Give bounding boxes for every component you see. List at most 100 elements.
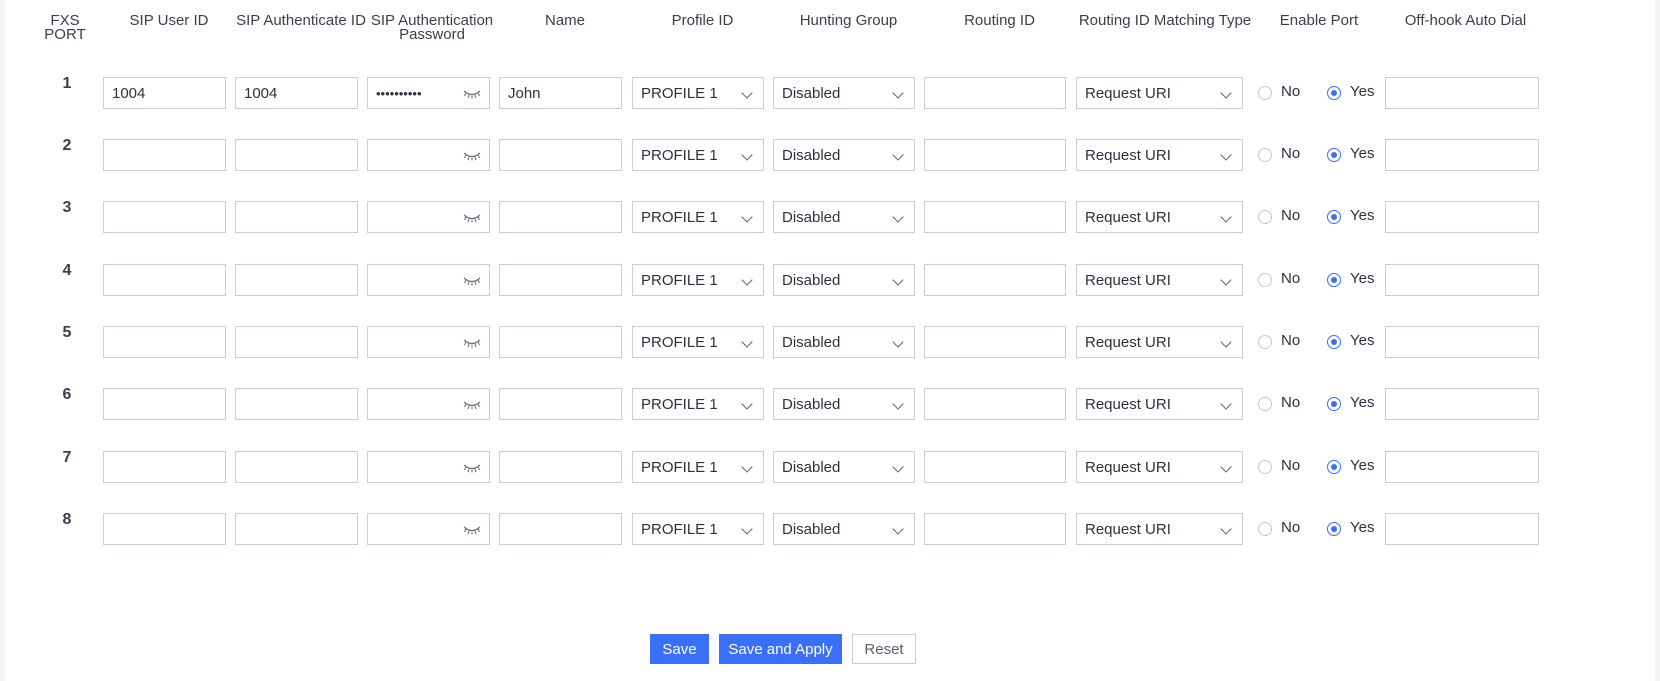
- offhook-auto-dial-input[interactable]: [1385, 201, 1539, 233]
- enable-port-no-radio[interactable]: [1258, 86, 1272, 100]
- sip-authentication-password-input[interactable]: [367, 201, 490, 233]
- hide-password-icon[interactable]: [463, 523, 481, 535]
- sip-user-id-input[interactable]: [103, 513, 226, 545]
- hide-password-icon[interactable]: [463, 149, 481, 161]
- enable-port-yes-radio[interactable]: [1327, 210, 1341, 224]
- sip-user-id-input[interactable]: [103, 326, 226, 358]
- sip-authentication-password-input[interactable]: [367, 326, 490, 358]
- sip-authenticate-id-input[interactable]: [235, 326, 358, 358]
- enable-port-no-radio[interactable]: [1258, 210, 1272, 224]
- sip-authentication-password-input[interactable]: ••••••••••: [367, 77, 490, 109]
- profile-id-select[interactable]: PROFILE 1: [632, 139, 764, 171]
- sip-authentication-password-input[interactable]: [367, 264, 490, 296]
- offhook-auto-dial-input[interactable]: [1385, 139, 1539, 171]
- hunting-group-select[interactable]: Disabled: [773, 264, 915, 296]
- profile-id-select[interactable]: PROFILE 1: [632, 513, 764, 545]
- offhook-auto-dial-input[interactable]: [1385, 388, 1539, 420]
- sip-authentication-password-input[interactable]: [367, 513, 490, 545]
- offhook-auto-dial-input[interactable]: [1385, 451, 1539, 483]
- profile-id-select[interactable]: PROFILE 1: [632, 451, 764, 483]
- hide-password-icon[interactable]: [463, 87, 481, 99]
- sip-authentication-password-input[interactable]: [367, 139, 490, 171]
- save-and-apply-button[interactable]: Save and Apply: [719, 634, 842, 664]
- routing-id-matching-type-select[interactable]: Request URI: [1076, 326, 1243, 358]
- name-input[interactable]: [499, 388, 622, 420]
- name-input[interactable]: John: [499, 77, 622, 109]
- reset-button[interactable]: Reset: [852, 634, 916, 664]
- enable-port-no-radio[interactable]: [1258, 522, 1272, 536]
- enable-port-yes-radio[interactable]: [1327, 148, 1341, 162]
- sip-authenticate-id-input[interactable]: [235, 139, 358, 171]
- name-input[interactable]: [499, 513, 622, 545]
- hunting-group-select[interactable]: Disabled: [773, 326, 915, 358]
- enable-port-no-radio[interactable]: [1258, 273, 1272, 287]
- routing-id-matching-type-select[interactable]: Request URI: [1076, 201, 1243, 233]
- profile-id-select[interactable]: PROFILE 1: [632, 388, 764, 420]
- hide-password-icon[interactable]: [463, 336, 481, 348]
- routing-id-input[interactable]: [924, 77, 1066, 109]
- hide-password-icon[interactable]: [463, 398, 481, 410]
- profile-id-select[interactable]: PROFILE 1: [632, 264, 764, 296]
- name-input[interactable]: [499, 139, 622, 171]
- routing-id-input[interactable]: [924, 451, 1066, 483]
- hunting-group-select[interactable]: Disabled: [773, 77, 915, 109]
- routing-id-input[interactable]: [924, 326, 1066, 358]
- name-input[interactable]: [499, 451, 622, 483]
- routing-id-input[interactable]: [924, 201, 1066, 233]
- routing-id-input[interactable]: [924, 139, 1066, 171]
- offhook-auto-dial-input[interactable]: [1385, 513, 1539, 545]
- enable-port-yes-radio[interactable]: [1327, 397, 1341, 411]
- enable-port-no-radio[interactable]: [1258, 460, 1272, 474]
- enable-port-no-radio[interactable]: [1258, 335, 1272, 349]
- sip-authenticate-id-input[interactable]: [235, 264, 358, 296]
- hunting-group-select[interactable]: Disabled: [773, 388, 915, 420]
- save-button[interactable]: Save: [650, 634, 709, 664]
- sip-authenticate-id-input[interactable]: [235, 451, 358, 483]
- enable-port-yes-radio[interactable]: [1327, 273, 1341, 287]
- sip-user-id-input[interactable]: [103, 201, 226, 233]
- enable-port-no-radio[interactable]: [1258, 397, 1272, 411]
- sip-authenticate-id-input[interactable]: [235, 388, 358, 420]
- enable-port-yes-radio[interactable]: [1327, 460, 1341, 474]
- sip-authenticate-id-input[interactable]: [235, 201, 358, 233]
- header-sip-user-id: SIP User ID: [129, 12, 209, 29]
- profile-id-select[interactable]: PROFILE 1: [632, 201, 764, 233]
- hide-password-icon[interactable]: [463, 461, 481, 473]
- profile-id-select[interactable]: PROFILE 1: [632, 326, 764, 358]
- hide-password-icon[interactable]: [463, 211, 481, 223]
- hunting-group-select[interactable]: Disabled: [773, 513, 915, 545]
- sip-user-id-input[interactable]: [103, 388, 226, 420]
- hide-password-icon[interactable]: [463, 274, 481, 286]
- routing-id-matching-type-select[interactable]: Request URI: [1076, 264, 1243, 296]
- routing-id-matching-type-select[interactable]: Request URI: [1076, 388, 1243, 420]
- sip-authentication-password-input[interactable]: [367, 388, 490, 420]
- routing-id-matching-type-select[interactable]: Request URI: [1076, 77, 1243, 109]
- sip-authenticate-id-input[interactable]: [235, 513, 358, 545]
- sip-user-id-input[interactable]: 1004: [103, 77, 226, 109]
- routing-id-input[interactable]: [924, 388, 1066, 420]
- enable-port-no-radio[interactable]: [1258, 148, 1272, 162]
- offhook-auto-dial-input[interactable]: [1385, 77, 1539, 109]
- routing-id-matching-type-select[interactable]: Request URI: [1076, 451, 1243, 483]
- routing-id-matching-type-select[interactable]: Request URI: [1076, 139, 1243, 171]
- profile-id-select[interactable]: PROFILE 1: [632, 77, 764, 109]
- routing-id-matching-type-select[interactable]: Request URI: [1076, 513, 1243, 545]
- enable-port-yes-radio[interactable]: [1327, 86, 1341, 100]
- offhook-auto-dial-input[interactable]: [1385, 326, 1539, 358]
- name-input[interactable]: [499, 201, 622, 233]
- enable-port-yes-radio[interactable]: [1327, 522, 1341, 536]
- sip-user-id-input[interactable]: [103, 451, 226, 483]
- hunting-group-select[interactable]: Disabled: [773, 139, 915, 171]
- sip-authenticate-id-input[interactable]: 1004: [235, 77, 358, 109]
- sip-authentication-password-input[interactable]: [367, 451, 490, 483]
- sip-user-id-input[interactable]: [103, 139, 226, 171]
- offhook-auto-dial-input[interactable]: [1385, 264, 1539, 296]
- enable-port-yes-radio[interactable]: [1327, 335, 1341, 349]
- name-input[interactable]: [499, 326, 622, 358]
- sip-user-id-input[interactable]: [103, 264, 226, 296]
- hunting-group-select[interactable]: Disabled: [773, 451, 915, 483]
- name-input[interactable]: [499, 264, 622, 296]
- hunting-group-select[interactable]: Disabled: [773, 201, 915, 233]
- routing-id-input[interactable]: [924, 513, 1066, 545]
- routing-id-input[interactable]: [924, 264, 1066, 296]
